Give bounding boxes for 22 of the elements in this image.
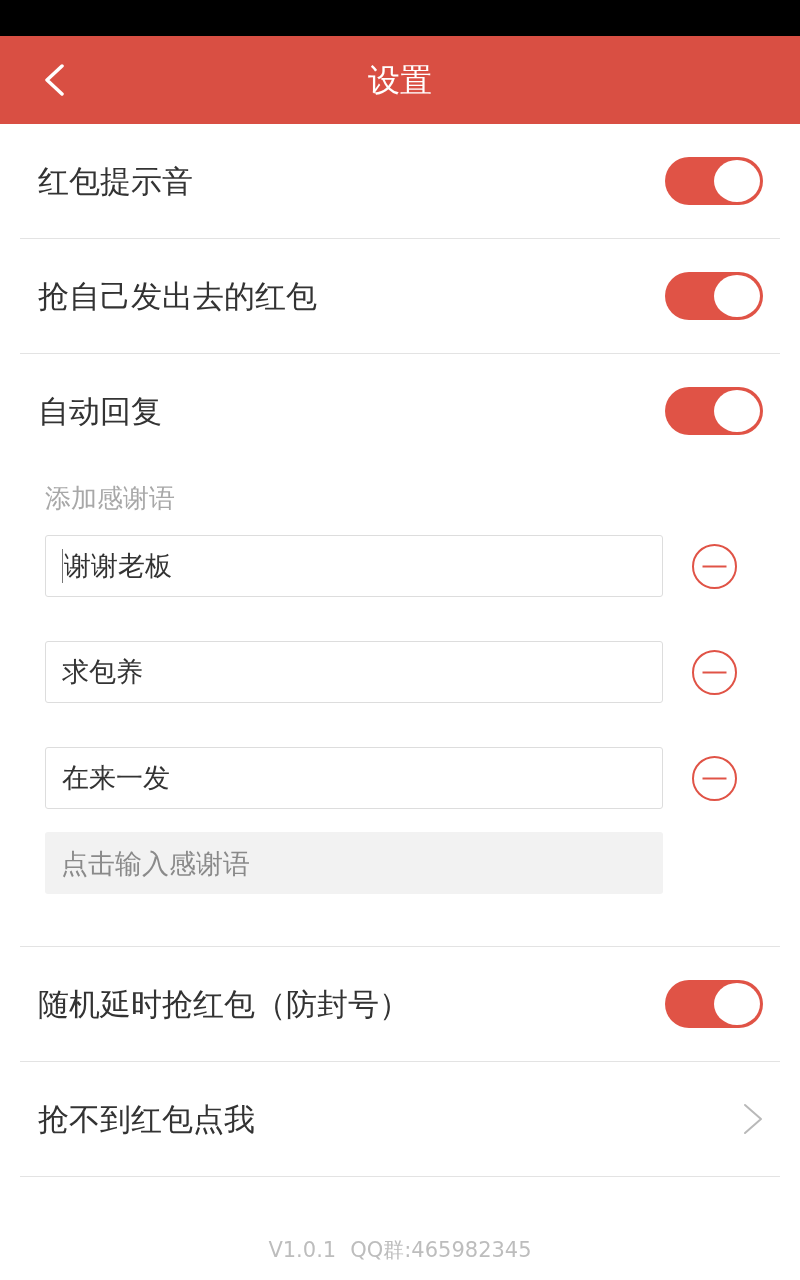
minus-circle-icon[interactable] <box>692 543 737 589</box>
back-icon[interactable] <box>44 64 64 96</box>
chevron-right-icon <box>743 1103 763 1135</box>
minus-circle-icon[interactable] <box>692 649 737 695</box>
toggle-switch[interactable] <box>665 980 763 1028</box>
page-title: 设置 <box>368 60 432 100</box>
setting-label: 随机延时抢红包（防封号） <box>38 985 410 1024</box>
setting-label: 红包提示音 <box>38 162 193 201</box>
qq-group-text: QQ群:465982345 <box>350 1237 532 1264</box>
toggle-switch[interactable] <box>665 387 763 435</box>
input-field[interactable]: 求包养 <box>45 641 663 703</box>
toggle-switch[interactable] <box>665 272 763 320</box>
minus-circle-icon[interactable] <box>692 755 737 801</box>
input-field[interactable]: 在来一发 <box>45 747 663 809</box>
setting-label: 自动回复 <box>38 392 162 431</box>
version-text: V1.0.1 <box>268 1237 337 1264</box>
setting-label: 抢自己发出去的红包 <box>38 277 317 316</box>
input-field[interactable]: 点击输入感谢语 <box>45 832 663 894</box>
input-field[interactable]: 谢谢老板 <box>45 535 663 597</box>
setting-label[interactable]: 抢不到红包点我 <box>38 1099 255 1139</box>
section-label: 添加感谢语 <box>45 482 175 514</box>
toggle-switch[interactable] <box>665 157 763 205</box>
